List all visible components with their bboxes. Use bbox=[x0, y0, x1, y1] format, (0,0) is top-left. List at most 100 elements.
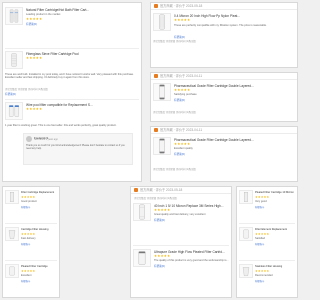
review-item: Filter Element Replacement ★★★★★ Satisfi… bbox=[239, 227, 295, 257]
rating-stars: ★★★★★ bbox=[26, 17, 43, 21]
review-meta: 评论完整度 评论星级 评价时间 (1条回复) bbox=[153, 168, 197, 171]
rating-stars: ★★★★★ bbox=[255, 232, 270, 236]
rating-stars: ★★★★★ bbox=[174, 142, 191, 146]
store-icon bbox=[134, 188, 138, 192]
review-item: Cartridge Filter Housing ★★★★★ Fast deli… bbox=[5, 227, 57, 257]
product-thumbnail[interactable] bbox=[5, 102, 23, 120]
product-thumbnail[interactable] bbox=[5, 227, 19, 241]
store-date: 官方商城 · 评价于 2023-05-18 bbox=[140, 188, 183, 192]
rating-stars: ★★★★★ bbox=[174, 88, 191, 92]
store-header: 官方商城 · 评价于 2023-04-11 bbox=[151, 73, 297, 80]
product-thumbnail[interactable] bbox=[153, 83, 171, 101]
store-icon bbox=[154, 4, 158, 8]
store-header: 官方商城 · 评价于 2023-05-18 bbox=[131, 187, 231, 194]
product-thumbnail[interactable] bbox=[153, 137, 171, 155]
rating-stars: ★★★★★ bbox=[21, 195, 36, 199]
helpful-link[interactable]: 有帮助(0) bbox=[21, 279, 30, 283]
store-date: 官方商城 · 评价于 2023-05-18 bbox=[160, 4, 203, 8]
review-text: Satisfying purchase bbox=[174, 93, 197, 96]
helpful-link[interactable]: 有帮助(0) bbox=[154, 264, 165, 268]
review-panel: 官方商城 · 评价于 2023-05-18 评论完整度 评论星级 评价时间 (1… bbox=[130, 186, 232, 298]
rating-stars: ★★★★★ bbox=[26, 107, 43, 111]
rating-stars: ★★★★★ bbox=[21, 232, 36, 236]
helpful-link[interactable]: 有帮助(0) bbox=[255, 205, 264, 209]
product-title[interactable]: Stainless Filter Housing bbox=[255, 265, 295, 268]
review-text: Excellent bbox=[21, 274, 32, 277]
rating-stars: ★★★★★ bbox=[154, 254, 171, 258]
review-panel-small: Pleated Filter Cartridge 10 Micron ★★★★★… bbox=[236, 186, 298, 298]
product-thumbnail[interactable] bbox=[239, 264, 253, 278]
review-item: Pharmaceutical Grade Filter Cartridge Do… bbox=[153, 83, 295, 121]
helpful-link[interactable]: 有帮助(0) bbox=[174, 152, 185, 156]
helpful-link[interactable]: 有帮助(0) bbox=[154, 218, 165, 222]
store-icon bbox=[154, 74, 158, 78]
helpful-link[interactable]: 有帮助(0) bbox=[174, 98, 185, 102]
product-title[interactable]: Cartridge Filter Housing bbox=[21, 228, 57, 231]
reply-text: Thank you so much for your kind acknowle… bbox=[26, 144, 125, 151]
avatar bbox=[26, 136, 32, 142]
product-title[interactable]: Pleated Filter Cartridge 10 Micron bbox=[255, 191, 295, 194]
product-thumbnail[interactable] bbox=[5, 264, 19, 278]
product-title[interactable]: Wire pool filter compatible for Replacem… bbox=[26, 103, 139, 107]
product-title[interactable]: Pharmaceutical Grade Filter Cartridge Do… bbox=[174, 84, 295, 88]
product-title[interactable]: Pleated Filter Cartridge bbox=[21, 265, 57, 268]
store-header: 官方商城 · 评价于 2023-05-18 bbox=[151, 3, 297, 10]
review-meta: 评论完整度 评论星级 评价时间 (1条回复) bbox=[134, 197, 178, 200]
review-item: Ultrapure Grade High Flow Pleated Filter… bbox=[133, 249, 229, 297]
review-text: 1 year filter is working great. This is … bbox=[5, 124, 117, 127]
review-text: Great quality and fast delivery, very ex… bbox=[154, 213, 206, 216]
review-item: Wire pool filter compatible for Replacem… bbox=[5, 102, 139, 180]
review-item: Pleated Filter Cartridge ★★★★★ Excellent… bbox=[5, 264, 57, 294]
store-icon bbox=[154, 128, 158, 132]
product-title[interactable]: 0.4 Micron 20 Inch High Flow Pp Nylon Pl… bbox=[174, 14, 295, 18]
product-title[interactable]: Natural Filter Cartridge/Hot Bath Filter… bbox=[26, 8, 139, 12]
store-date: 官方商城 · 评价于 2023-04-11 bbox=[160, 128, 203, 132]
product-thumbnail[interactable] bbox=[239, 190, 253, 204]
review-item: Filter Cartridge Replacement ★★★★★ Good … bbox=[5, 190, 57, 220]
product-title[interactable]: Filter Cartridge Replacement bbox=[21, 191, 57, 194]
helpful-link[interactable]: 有帮助(0) bbox=[21, 205, 30, 209]
review-text: Excellent quality bbox=[174, 147, 193, 150]
rating-stars: ★★★★★ bbox=[26, 56, 43, 60]
divider bbox=[5, 99, 139, 100]
review-item: Stainless Filter Housing ★★★★★ Recommend… bbox=[239, 264, 295, 294]
review-panel: 官方商城 · 评价于 2023-04-11 Pharmaceutical Gra… bbox=[150, 72, 298, 122]
helpful-link[interactable]: 有帮助(0) bbox=[255, 279, 264, 283]
product-thumbnail[interactable] bbox=[133, 203, 151, 221]
helpful-link[interactable]: 有帮助(0) bbox=[26, 22, 37, 26]
review-meta: 评论完整度 评论星级 评价时间 (1条回复) bbox=[5, 88, 49, 91]
review-item: 0.4 Micron 20 Inch High Flow Pp Nylon Pl… bbox=[153, 13, 295, 63]
review-text: These are perfectly compatible with my f… bbox=[174, 24, 267, 27]
review-panel: 官方商城 · 评价于 2023-05-18 0.4 Micron 20 Inch… bbox=[150, 2, 298, 68]
review-text: These are well built. Installed in my po… bbox=[5, 73, 134, 80]
divider bbox=[5, 223, 57, 224]
rating-stars: ★★★★★ bbox=[21, 269, 36, 273]
product-thumbnail[interactable] bbox=[5, 7, 23, 25]
product-thumbnail[interactable] bbox=[5, 51, 23, 69]
divider bbox=[5, 260, 57, 261]
product-thumbnail[interactable] bbox=[5, 190, 19, 204]
rating-stars: ★★★★★ bbox=[255, 195, 270, 199]
review-text: Satisfied bbox=[255, 237, 265, 240]
review-panel: 官方商城 · 评价于 2023-04-11 Pharmaceutical Gra… bbox=[150, 126, 298, 182]
store-date: 官方商城 · 评价于 2023-04-11 bbox=[160, 74, 203, 78]
review-text: Leading product in the market bbox=[26, 13, 61, 16]
product-thumbnail[interactable] bbox=[239, 227, 253, 241]
rating-stars: ★★★★★ bbox=[255, 269, 270, 273]
product-title[interactable]: Filter Element Replacement bbox=[255, 228, 295, 231]
product-title[interactable]: Fiberglass Sieve Filter Cartridge Pool bbox=[26, 52, 139, 56]
product-title[interactable]: Pharmaceutical Grade Filter Cartridge Do… bbox=[174, 138, 295, 142]
product-thumbnail[interactable] bbox=[153, 13, 171, 31]
review-meta: 评论完整度 评论星级 评价时间 (1条回复) bbox=[153, 111, 197, 114]
rating-stars: ★★★★★ bbox=[174, 18, 191, 22]
review-item: Pleated Filter Cartridge 10 Micron ★★★★★… bbox=[239, 190, 295, 220]
review-panel-small: Filter Cartridge Replacement ★★★★★ Good … bbox=[2, 186, 60, 298]
review-item: Natural Filter Cartridge/Hot Bath Filter… bbox=[5, 7, 139, 47]
divider bbox=[133, 245, 229, 246]
helpful-link[interactable]: 有帮助(0) bbox=[21, 242, 30, 246]
helpful-link[interactable]: 有帮助(0) bbox=[5, 92, 16, 96]
helpful-link[interactable]: 有帮助(0) bbox=[255, 242, 264, 246]
review-text: Good product bbox=[21, 200, 37, 203]
product-thumbnail[interactable] bbox=[133, 249, 151, 267]
review-text: Recommended bbox=[255, 274, 273, 277]
